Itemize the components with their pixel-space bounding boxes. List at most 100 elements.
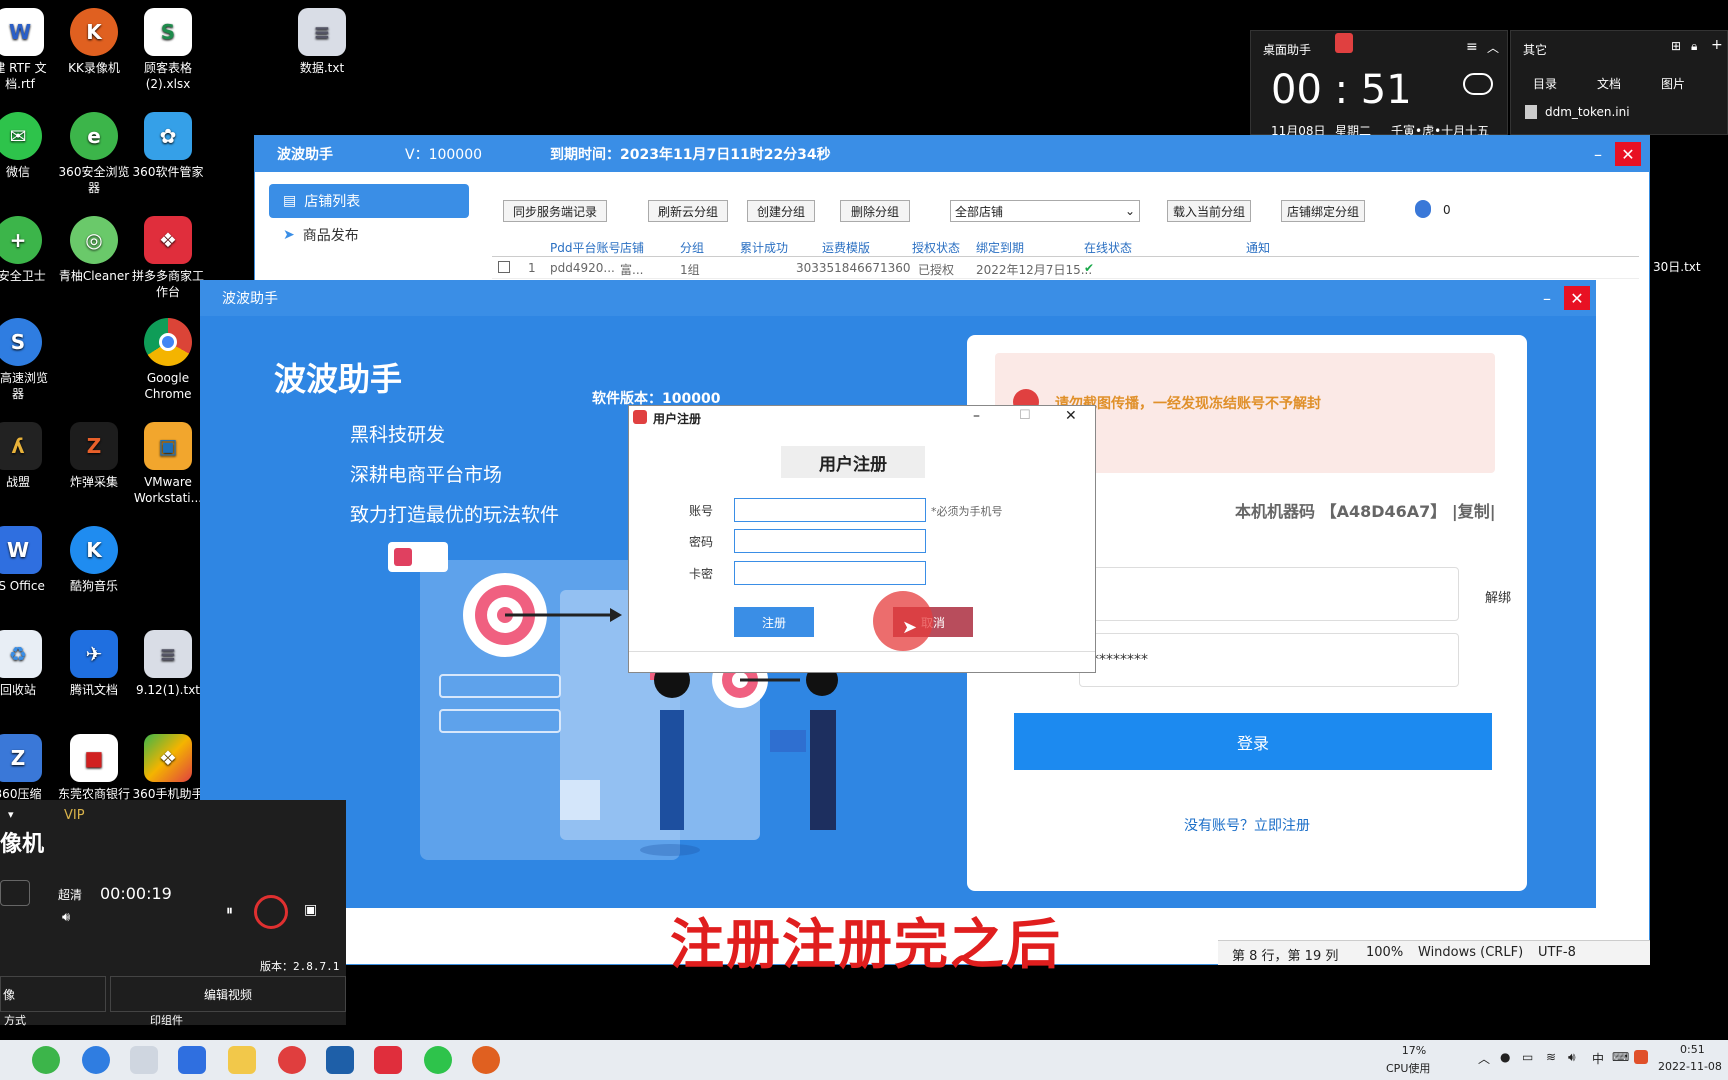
tab-pictures[interactable]: 图片 bbox=[1661, 75, 1685, 92]
speaker-icon[interactable]: 🔊︎ bbox=[62, 910, 70, 925]
minimize-button[interactable]: – bbox=[973, 408, 980, 424]
desktop-icon-wps[interactable]: W PS Office bbox=[0, 526, 58, 594]
notepad-icon[interactable] bbox=[130, 1046, 158, 1074]
delete-group-button[interactable]: 删除分组 bbox=[840, 200, 910, 222]
line-ending[interactable]: Windows (CRLF) bbox=[1418, 945, 1523, 960]
column-header[interactable]: 通知 bbox=[1246, 239, 1270, 256]
unbind-link[interactable]: 解绑 bbox=[1485, 587, 1511, 606]
sogou-ime-icon[interactable] bbox=[1634, 1050, 1648, 1064]
desktop-icon-360browser[interactable]: e 360安全浏览器 bbox=[54, 112, 134, 196]
desktop-icon-360manager[interactable]: ✿ 360软件管家 bbox=[128, 112, 208, 180]
edit-video-button[interactable]: 编辑视频 bbox=[110, 976, 346, 1012]
tray-icon[interactable]: ● bbox=[1500, 1050, 1510, 1064]
computer-icon[interactable] bbox=[326, 1046, 354, 1074]
desktop-icon-sogou[interactable]: S 狗高速浏览器 bbox=[0, 318, 58, 402]
lock-icon[interactable]: 🔒︎ bbox=[1691, 39, 1697, 54]
table-row[interactable]: 1 pdd4920... 富... 1组 303351846671360 已授权… bbox=[492, 257, 1639, 279]
create-group-button[interactable]: 创建分组 bbox=[747, 200, 815, 222]
refresh-groups-button[interactable]: 刷新云分组 bbox=[648, 200, 728, 222]
login-close-button[interactable]: ✕ bbox=[1564, 286, 1590, 310]
plus-icon[interactable]: + bbox=[1711, 37, 1723, 53]
column-header[interactable]: Pdd平台账号 bbox=[550, 239, 620, 256]
chevron-up-icon[interactable]: ︿ bbox=[1478, 1050, 1490, 1067]
sidebar-item-publish[interactable]: ➤ 商品发布 bbox=[269, 218, 469, 252]
register-card-key-field[interactable] bbox=[734, 561, 926, 585]
shop-select[interactable]: 全部店铺 ⌄ bbox=[950, 200, 1140, 222]
ime-indicator[interactable]: 中 bbox=[1592, 1050, 1604, 1067]
taskbar-date[interactable]: 2022-11-08 bbox=[1658, 1060, 1722, 1073]
load-group-button[interactable]: 载入当前分组 bbox=[1167, 200, 1251, 222]
wps-icon[interactable] bbox=[178, 1046, 206, 1074]
pause-icon[interactable]: ⏸︎ bbox=[226, 903, 233, 919]
taskbar-time[interactable]: 0:51 bbox=[1680, 1043, 1705, 1056]
chevron-down-icon[interactable]: ▾ bbox=[8, 808, 14, 821]
desktop-icon-912txt[interactable]: ≡ 9.12(1).txt bbox=[128, 630, 208, 698]
grid-icon[interactable]: ⊞ bbox=[1671, 39, 1681, 53]
zoom-level[interactable]: 100% bbox=[1366, 945, 1403, 960]
desktop-icon-360zip[interactable]: Z 360压缩 bbox=[0, 734, 58, 802]
bind-group-button[interactable]: 店铺绑定分组 bbox=[1281, 200, 1365, 222]
desktop-icon-chrome[interactable]: Google Chrome bbox=[128, 318, 208, 402]
desktop-icon-rtf[interactable]: W 建 RTF 文档.rtf bbox=[0, 8, 60, 92]
chevron-up-icon[interactable]: ︿ bbox=[1487, 39, 1499, 56]
login-button[interactable]: 登录 bbox=[1014, 713, 1492, 770]
account-input[interactable] bbox=[1079, 567, 1459, 621]
record-button[interactable] bbox=[254, 895, 288, 929]
desktop-icon-recycle[interactable]: ♻ 回收站 bbox=[0, 630, 58, 698]
close-button[interactable]: ✕ bbox=[1065, 408, 1077, 424]
desktop-icon-360safe[interactable]: + 0安全卫士 bbox=[0, 216, 58, 284]
desktop-icon-vmware[interactable]: ▣ VMware Workstati... bbox=[128, 422, 208, 506]
machine-code[interactable]: 本机机器码 【A48D46A7】 |复制| bbox=[1235, 498, 1496, 522]
column-header[interactable]: 绑定到期 bbox=[976, 239, 1024, 256]
keyboard-icon[interactable]: ⌨ bbox=[1612, 1050, 1629, 1064]
volume-icon[interactable]: 🔊︎ bbox=[1568, 1050, 1576, 1065]
desktop-icon-tencentdoc[interactable]: ✈ 腾讯文档 bbox=[54, 630, 134, 698]
register-password-field[interactable] bbox=[734, 529, 926, 553]
desktop-icon-wechat[interactable]: ✉ 微信 bbox=[0, 112, 58, 180]
desktop-icon-bomb[interactable]: Z 炸弹采集 bbox=[54, 422, 134, 490]
column-header[interactable]: 运费模版 bbox=[822, 239, 870, 256]
desktop-icon-kugou[interactable]: K 酷狗音乐 bbox=[54, 526, 134, 594]
menu-icon[interactable]: ≡ bbox=[1466, 39, 1478, 55]
desktop-icon-data-txt[interactable]: ≡ 数据.txt bbox=[282, 8, 362, 76]
desktop-icon-360phone[interactable]: ❖ 360手机助手 bbox=[128, 734, 208, 802]
sync-records-button[interactable]: 同步服务端记录 bbox=[503, 200, 607, 222]
battery-icon[interactable]: ▭ bbox=[1522, 1050, 1533, 1064]
quality-label[interactable]: 超清 bbox=[58, 886, 82, 903]
widget-file[interactable]: ddm_token.ini bbox=[1545, 105, 1630, 119]
register-link[interactable]: 没有账号？立即注册 bbox=[967, 815, 1527, 835]
folder-icon[interactable] bbox=[228, 1046, 256, 1074]
tab-directory[interactable]: 目录 bbox=[1533, 75, 1557, 92]
gamepad-icon[interactable] bbox=[0, 880, 30, 906]
desktop-icon-kk[interactable]: K KK录像机 bbox=[54, 8, 134, 76]
register-button[interactable]: 注册 bbox=[734, 607, 814, 637]
wechat-icon[interactable] bbox=[424, 1046, 452, 1074]
password-input[interactable]: ******** bbox=[1079, 633, 1459, 687]
pdd-icon[interactable] bbox=[374, 1046, 402, 1074]
sidebar-item-shop-list[interactable]: ▤ 店铺列表 bbox=[269, 184, 469, 218]
column-header[interactable]: 店铺 bbox=[620, 239, 644, 256]
row-checkbox[interactable] bbox=[498, 261, 510, 273]
desktop-icon-cleaner[interactable]: ◎ 青柚Cleaner bbox=[54, 216, 134, 284]
desktop-icon-zhanmeng[interactable]: ʎ 战盟 bbox=[0, 422, 58, 490]
desktop-icon-bank[interactable]: ■ 东莞农商银行 bbox=[54, 734, 134, 802]
desktop-icon-xlsx[interactable]: S 顾客表格 (2).xlsx bbox=[128, 8, 208, 92]
sogou-browser-icon[interactable] bbox=[82, 1046, 110, 1074]
kk-recorder-icon[interactable] bbox=[472, 1046, 500, 1074]
desktop-icon-pdd[interactable]: ❖ 拼多多商家工 作台 bbox=[128, 216, 208, 300]
encoding[interactable]: UTF-8 bbox=[1538, 945, 1576, 960]
wifi-icon[interactable]: ≋ bbox=[1546, 1050, 1556, 1064]
column-header[interactable]: 授权状态 bbox=[912, 239, 960, 256]
camera-icon[interactable]: ▣ bbox=[304, 902, 317, 918]
login-minimize-button[interactable]: – bbox=[1534, 286, 1560, 310]
close-button[interactable]: ✕ bbox=[1615, 142, 1641, 166]
tab-documents[interactable]: 文档 bbox=[1597, 75, 1621, 92]
recorder-left-button[interactable]: 像 bbox=[0, 976, 106, 1012]
register-account-field[interactable] bbox=[734, 498, 926, 522]
column-header[interactable]: 在线状态 bbox=[1084, 239, 1132, 256]
column-header[interactable]: 分组 bbox=[680, 239, 704, 256]
minimize-button[interactable]: – bbox=[1585, 142, 1611, 166]
360-browser-icon[interactable] bbox=[32, 1046, 60, 1074]
desktop-file-label[interactable]: 30日.txt bbox=[1653, 258, 1701, 275]
app-icon[interactable] bbox=[278, 1046, 306, 1074]
